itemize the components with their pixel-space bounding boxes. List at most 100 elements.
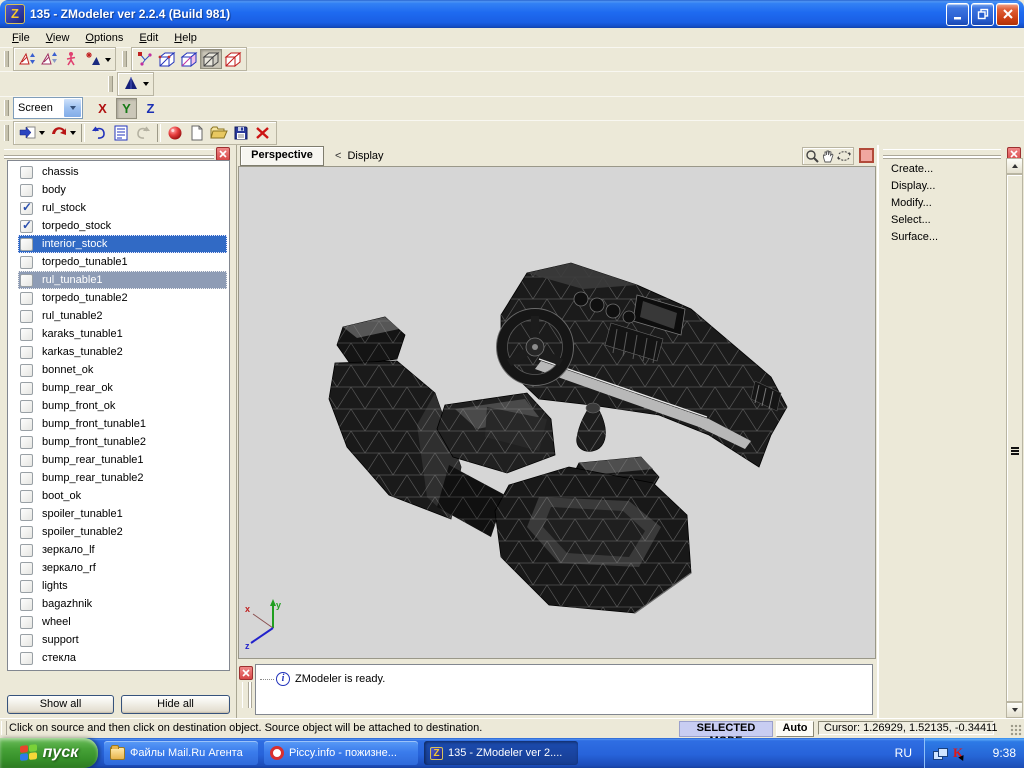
coordinate-space-select[interactable]: Screen	[13, 97, 83, 119]
combo-dropdown-button[interactable]	[63, 98, 82, 118]
visibility-checkbox[interactable]	[20, 543, 33, 557]
scrollbar-thumb[interactable]	[1006, 174, 1023, 702]
toolbar-grip[interactable]	[4, 100, 9, 116]
group-tool-dropdown[interactable]	[105, 57, 111, 65]
commands-menu-item[interactable]: Create...	[879, 161, 1004, 178]
object-list-item[interactable]: spoiler_tunable2	[18, 523, 227, 541]
visibility-checkbox[interactable]	[20, 561, 33, 575]
commands-menu-item[interactable]: Modify...	[879, 195, 1004, 212]
visibility-checkbox[interactable]	[20, 309, 33, 323]
panel-close-button[interactable]	[216, 147, 230, 161]
antivirus-icon[interactable]: K	[953, 745, 963, 761]
redo-button[interactable]	[132, 123, 154, 143]
task-button[interactable]: Файлы Mail.Ru Агента	[104, 741, 258, 765]
polygons-level-button[interactable]	[178, 49, 200, 69]
visibility-checkbox[interactable]	[20, 183, 33, 197]
object-list-item[interactable]: bump_rear_tunable2	[18, 469, 227, 487]
menu-item[interactable]: View	[38, 30, 78, 46]
object-list-item[interactable]: bagazhnik	[18, 595, 227, 613]
object-list-item[interactable]: стекла	[18, 649, 227, 667]
task-button[interactable]: Z 135 - ZModeler ver 2....	[424, 741, 578, 765]
visibility-checkbox[interactable]	[20, 597, 33, 611]
visibility-checkbox[interactable]	[20, 255, 33, 269]
object-list-item[interactable]: spoiler_tunable1	[18, 505, 227, 523]
objects-level-button[interactable]	[200, 49, 222, 69]
visibility-checkbox[interactable]	[20, 237, 33, 251]
menu-item[interactable]: Edit	[131, 30, 166, 46]
scroll-down-button[interactable]	[1006, 702, 1023, 718]
panel-grip[interactable]	[883, 149, 1001, 156]
maximize-viewport-button[interactable]	[859, 148, 874, 163]
detach-tool-button[interactable]	[38, 49, 60, 69]
object-list-item[interactable]: torpedo_tunable2	[18, 289, 227, 307]
network-icon[interactable]	[933, 747, 948, 760]
import-button[interactable]	[16, 123, 38, 143]
object-list-item[interactable]: rul_tunable1	[18, 271, 227, 289]
visibility-checkbox[interactable]	[20, 345, 33, 359]
history-list-button[interactable]	[110, 123, 132, 143]
visibility-checkbox[interactable]	[20, 363, 33, 377]
commands-menu-item[interactable]: Select...	[879, 212, 1004, 229]
visibility-checkbox[interactable]	[20, 417, 33, 431]
object-list-item[interactable]: chassis	[18, 163, 227, 181]
menu-item[interactable]: File	[4, 30, 38, 46]
delete-button[interactable]	[252, 123, 274, 143]
object-list-item[interactable]: body	[18, 181, 227, 199]
scene-level-button[interactable]	[222, 49, 244, 69]
object-list-item[interactable]: rul_stock	[18, 199, 227, 217]
visibility-checkbox[interactable]	[20, 525, 33, 539]
material-editor-button[interactable]	[164, 123, 186, 143]
breadcrumb[interactable]: Display	[347, 150, 383, 162]
visibility-checkbox[interactable]	[20, 218, 33, 233]
commands-menu-item[interactable]: Surface...	[879, 229, 1004, 246]
axis-y-button[interactable]: Y	[116, 97, 137, 119]
edges-level-button[interactable]	[156, 49, 178, 69]
axis-x-button[interactable]: X	[93, 99, 112, 118]
visibility-checkbox[interactable]	[20, 633, 33, 647]
object-list-item[interactable]: bump_rear_tunable1	[18, 451, 227, 469]
object-list-item[interactable]: bump_front_tunable1	[18, 415, 227, 433]
object-list-item[interactable]: rul_tunable2	[18, 307, 227, 325]
object-list[interactable]: chassis body rul_stock torpedo_stock int…	[7, 160, 230, 671]
start-button[interactable]: пуск	[0, 738, 98, 768]
import-dropdown[interactable]	[39, 131, 45, 138]
pan-tool-button[interactable]	[820, 148, 836, 164]
orbit-tool-button[interactable]	[836, 148, 852, 164]
cone-tool-dropdown[interactable]	[143, 82, 149, 89]
save-file-button[interactable]	[230, 123, 252, 143]
minimize-button[interactable]	[946, 2, 969, 26]
restore-button[interactable]	[971, 2, 994, 26]
visibility-checkbox[interactable]	[20, 579, 33, 593]
visibility-checkbox[interactable]	[20, 489, 33, 503]
commands-scrollbar[interactable]	[1006, 158, 1023, 718]
visibility-checkbox[interactable]	[20, 200, 33, 215]
resize-grip[interactable]	[1010, 724, 1022, 736]
visibility-checkbox[interactable]	[20, 471, 33, 485]
visibility-checkbox[interactable]	[20, 381, 33, 395]
visibility-checkbox[interactable]	[20, 273, 33, 287]
attach-tool-button[interactable]	[16, 49, 38, 69]
log-panel-grip[interactable]	[242, 682, 249, 708]
visibility-checkbox[interactable]	[20, 651, 33, 665]
visibility-checkbox[interactable]	[20, 615, 33, 629]
object-list-item[interactable]: boot_ok	[18, 487, 227, 505]
visibility-checkbox[interactable]	[20, 435, 33, 449]
object-list-item[interactable]: bump_front_ok	[18, 397, 227, 415]
task-button[interactable]: Piccy.info - пожизне...	[264, 741, 418, 765]
object-list-item[interactable]: lights	[18, 577, 227, 595]
object-list-item[interactable]: wheel	[18, 613, 227, 631]
object-list-item[interactable]: interior_stock	[18, 235, 227, 253]
breadcrumb-back-arrow[interactable]: <	[335, 150, 341, 162]
object-list-item[interactable]: зеркало_rf	[18, 559, 227, 577]
toolbar-grip[interactable]	[4, 51, 9, 67]
menu-item[interactable]: Help	[166, 30, 205, 46]
viewport-mode-button[interactable]: Perspective	[240, 145, 324, 166]
group-tool-button[interactable]	[82, 49, 104, 69]
export-button[interactable]	[47, 123, 69, 143]
zoom-tool-button[interactable]	[804, 148, 820, 164]
toolbar-grip[interactable]	[4, 124, 9, 141]
object-list-item[interactable]: karkas_tunable2	[18, 343, 227, 361]
scroll-up-button[interactable]	[1006, 158, 1023, 174]
visibility-checkbox[interactable]	[20, 453, 33, 467]
panel-grip[interactable]	[4, 149, 214, 156]
